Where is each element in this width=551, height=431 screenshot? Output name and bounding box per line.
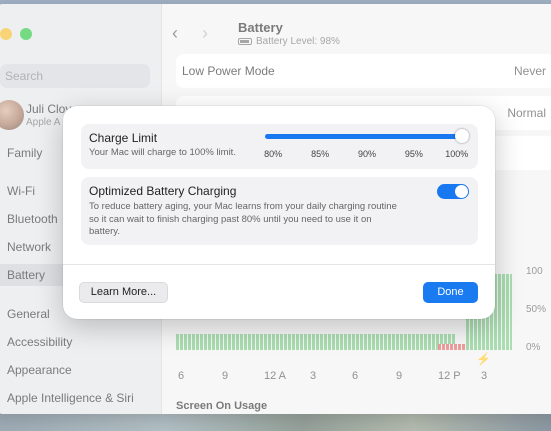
desc-line: battery. <box>89 226 120 237</box>
charge-limit-card: Charge Limit Your Mac will charge to 100… <box>81 124 478 169</box>
tick-label: 95% <box>404 149 423 159</box>
tick-label: 100% <box>445 149 469 159</box>
charge-limit-title: Charge Limit <box>89 131 158 145</box>
optimized-charging-toggle[interactable] <box>437 184 469 199</box>
tick-label: 80% <box>264 149 283 159</box>
done-button[interactable]: Done <box>423 282 478 303</box>
optimized-charging-card: Optimized Battery Charging To reduce bat… <box>81 177 478 245</box>
charge-limit-slider[interactable] <box>265 129 469 143</box>
tick-label: 85% <box>311 149 330 159</box>
slider-fill <box>265 134 469 139</box>
divider <box>63 264 495 265</box>
battery-options-sheet: Charge Limit Your Mac will charge to 100… <box>63 106 495 319</box>
tick-label: 90% <box>357 149 377 159</box>
optimized-charging-title: Optimized Battery Charging <box>89 184 237 198</box>
learn-more-button[interactable]: Learn More... <box>79 282 168 303</box>
desc-line: To reduce battery aging, your Mac learns… <box>89 201 397 212</box>
charge-limit-desc: Your Mac will charge to 100% limit. <box>89 147 236 158</box>
optimized-charging-desc: To reduce battery aging, your Mac learns… <box>89 201 397 239</box>
desc-line: so it can wait to finish charging past 8… <box>89 213 372 225</box>
slider-knob[interactable] <box>455 129 469 143</box>
